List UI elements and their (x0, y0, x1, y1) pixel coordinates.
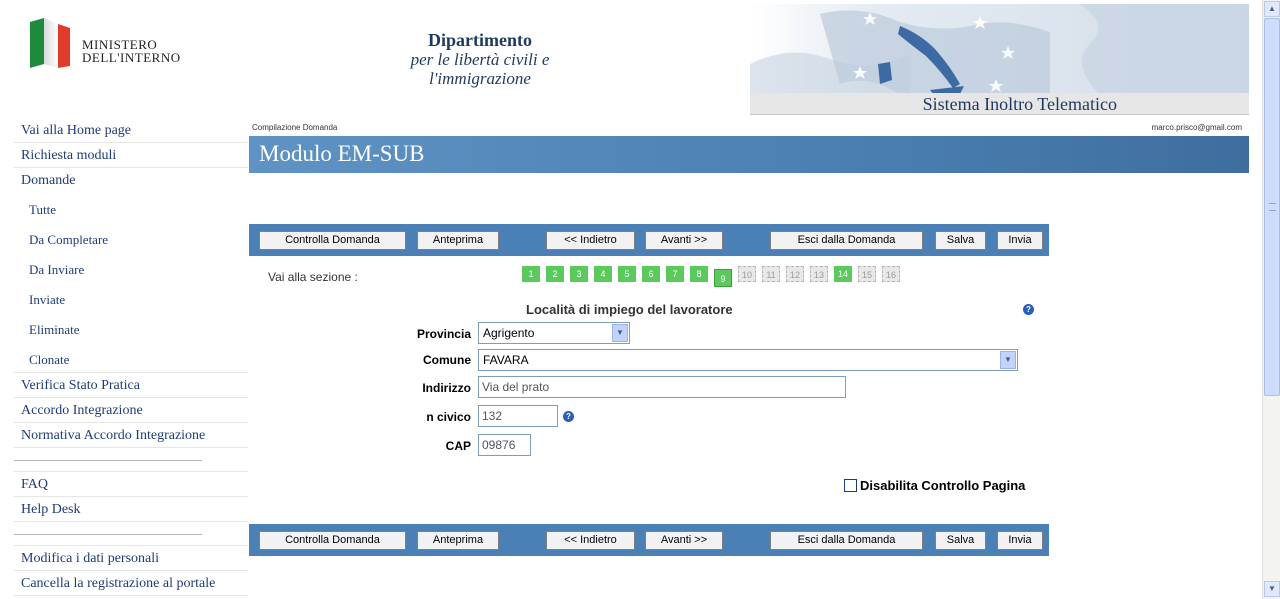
cap-label: CAP (445, 439, 471, 453)
section-nav-label: Vai alla sezione : (268, 270, 358, 284)
chevron-down-icon[interactable]: ▼ (1000, 351, 1016, 369)
section-step-12[interactable]: 12 (786, 266, 804, 282)
sidebar-subitem-da-inviare[interactable]: Da Inviare (14, 255, 248, 285)
scrollbar-thumb[interactable] (1264, 18, 1280, 396)
section-step-13[interactable]: 13 (810, 266, 828, 282)
invia-button[interactable]: Invia (997, 531, 1043, 550)
checkbox-box[interactable] (844, 479, 857, 492)
toolbar-top: Controlla Domanda Anteprima << Indietro … (249, 224, 1049, 256)
breadcrumb: Compilazione Domanda (252, 123, 338, 132)
chevron-down-icon[interactable]: ▼ (612, 324, 628, 342)
comune-label: Comune (423, 353, 471, 367)
sidebar-item-help-desk[interactable]: Help Desk (14, 497, 248, 522)
controlla-domanda-button[interactable]: Controlla Domanda (259, 531, 406, 550)
section-step-7[interactable]: 7 (666, 266, 684, 282)
page-title: Modulo EM-SUB (259, 141, 425, 166)
indietro-button[interactable]: << Indietro (546, 531, 635, 550)
section-step-6[interactable]: 6 (642, 266, 660, 282)
sidebar-item-faq[interactable]: FAQ (14, 472, 248, 497)
anteprima-button[interactable]: Anteprima (417, 531, 499, 550)
civico-input[interactable]: 132 (478, 405, 558, 427)
sidebar-subitem-inviate[interactable]: Inviate (14, 285, 248, 315)
sidebar-subitem-da-completare[interactable]: Da Completare (14, 225, 248, 255)
anteprima-button[interactable]: Anteprima (417, 231, 499, 250)
controlla-domanda-button[interactable]: Controlla Domanda (259, 231, 406, 250)
sidebar-item-modifica-dati[interactable]: Modifica i dati personali (14, 546, 248, 571)
provincia-select[interactable]: Agrigento ▼ (478, 322, 630, 344)
dept-line-3: l'immigrazione (429, 69, 531, 88)
section-step-4[interactable]: 4 (594, 266, 612, 282)
indietro-button[interactable]: << Indietro (546, 231, 635, 250)
salva-button[interactable]: Salva (935, 531, 986, 550)
section-step-14[interactable]: 14 (834, 266, 852, 282)
scroll-up-icon[interactable]: ▲ (1264, 1, 1280, 17)
sidebar-item-home[interactable]: Vai alla Home page (14, 118, 248, 143)
sidebar-item-domande[interactable]: Domande (14, 168, 248, 193)
sidebar-subitem-eliminate[interactable]: Eliminate (14, 315, 248, 345)
site-header: MINISTERO DELL'INTERNO Dipartimento per … (0, 0, 1262, 118)
help-question-icon[interactable]: ? (563, 411, 574, 422)
ministry-name: MINISTERO DELL'INTERNO (82, 37, 181, 65)
checkbox-label: Disabilita Controllo Pagina (860, 478, 1026, 493)
comune-value: FAVARA (483, 353, 529, 367)
invia-button[interactable]: Invia (997, 231, 1043, 250)
section-step-16[interactable]: 16 (882, 266, 900, 282)
salva-button[interactable]: Salva (935, 231, 986, 250)
sidebar-divider (14, 448, 248, 472)
esci-domanda-button[interactable]: Esci dalla Domanda (770, 231, 923, 250)
sidebar-subitem-clonate[interactable]: Clonate (14, 345, 248, 373)
section-step-3[interactable]: 3 (570, 266, 588, 282)
sidebar-nav: Vai alla Home page Richiesta moduli Doma… (14, 118, 248, 596)
system-title: Sistema Inoltro Telematico (750, 93, 1249, 115)
ministry-logo[interactable]: MINISTERO DELL'INTERNO (28, 18, 218, 70)
sidebar-subitem-tutte[interactable]: Tutte (14, 195, 248, 225)
indirizzo-input[interactable]: Via del prato (478, 376, 846, 398)
europe-map-banner (750, 4, 1249, 95)
esci-domanda-button[interactable]: Esci dalla Domanda (770, 531, 923, 550)
section-step-11[interactable]: 11 (762, 266, 780, 282)
cap-input[interactable]: 09876 (478, 434, 531, 456)
department-title: Dipartimento per le libertà civili e l'i… (380, 30, 580, 88)
page-title-bar: Modulo EM-SUB (249, 136, 1249, 173)
section-step-8[interactable]: 8 (690, 266, 708, 282)
sidebar-divider (14, 522, 248, 546)
section-step-10[interactable]: 10 (738, 266, 756, 282)
form-title: Località di impiego del lavoratore (526, 302, 733, 317)
section-step-5[interactable]: 5 (618, 266, 636, 282)
sidebar-item-richiesta-moduli[interactable]: Richiesta moduli (14, 143, 248, 168)
vertical-scrollbar[interactable]: ▲ ▼ (1262, 0, 1280, 599)
europe-map-illustration-icon (750, 4, 1249, 95)
dept-line-1: Dipartimento (428, 30, 532, 50)
sidebar-item-accordo-integrazione[interactable]: Accordo Integrazione (14, 398, 248, 423)
sidebar-item-normativa-accordo[interactable]: Normativa Accordo Integrazione (14, 423, 248, 448)
avanti-button[interactable]: Avanti >> (645, 531, 723, 550)
sidebar-item-verifica-stato[interactable]: Verifica Stato Pratica (14, 373, 248, 398)
sidebar-item-cancella-registrazione[interactable]: Cancella la registrazione al portale (14, 571, 248, 596)
toolbar-bottom: Controlla Domanda Anteprima << Indietro … (249, 524, 1049, 556)
civico-label: n civico (426, 410, 471, 424)
dept-line-2: per le libertà civili e (410, 50, 550, 69)
help-question-icon[interactable]: ? (1023, 304, 1034, 315)
italy-flag-logo-icon (30, 18, 70, 68)
section-step-15[interactable]: 15 (858, 266, 876, 282)
scroll-down-icon[interactable]: ▼ (1264, 581, 1280, 597)
provincia-value: Agrigento (483, 326, 535, 340)
user-email: marco.prisco@gmail.com (1151, 123, 1242, 132)
provincia-label: Provincia (416, 327, 471, 341)
section-step-1[interactable]: 1 (522, 266, 540, 282)
indirizzo-label: Indirizzo (422, 381, 471, 395)
section-step-2[interactable]: 2 (546, 266, 564, 282)
section-step-9[interactable]: 9 (714, 269, 732, 287)
comune-select[interactable]: FAVARA ▼ (478, 349, 1018, 371)
avanti-button[interactable]: Avanti >> (645, 231, 723, 250)
